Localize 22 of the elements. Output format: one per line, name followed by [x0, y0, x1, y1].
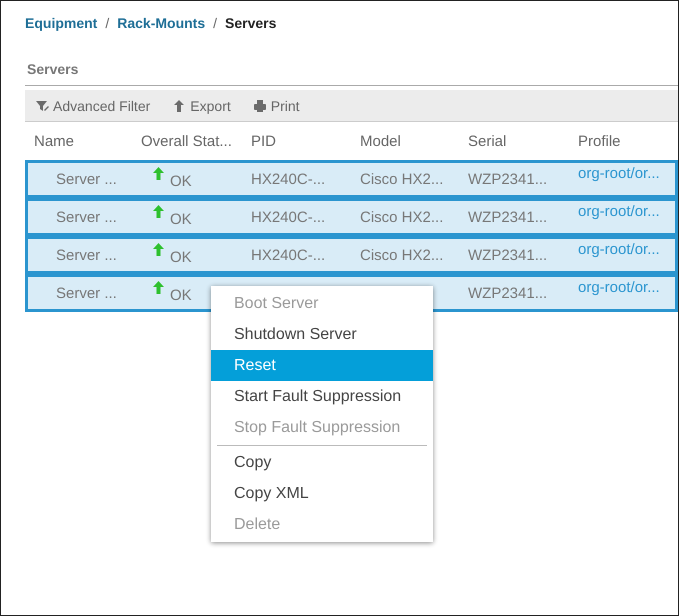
table-cell-text: OK — [170, 248, 192, 266]
table-cell-text: HX240C-... — [250, 246, 326, 264]
table-cell-text: Cisco HX2... — [359, 246, 444, 264]
table-cell-text: OK — [170, 286, 192, 304]
table-cell-text: OK — [170, 210, 192, 228]
panel-title: Servers — [27, 61, 80, 79]
table-cell-text: Cisco HX2... — [359, 208, 444, 226]
table-cell-text: Cisco HX2... — [359, 170, 444, 188]
table-cell-text: Server ... — [55, 170, 118, 188]
breadcrumb-current: Servers — [225, 15, 276, 33]
table-cell-text: Server ... — [55, 284, 118, 302]
table-cell-text: WZP2341... — [467, 208, 548, 226]
table-cell-text: OK — [170, 172, 192, 190]
breadcrumb-separator: / — [213, 15, 218, 33]
table-cell-text: HX240C-... — [250, 170, 326, 188]
breadcrumb-separator: / — [105, 15, 110, 33]
table-cell-text: WZP2341... — [467, 284, 548, 302]
table-cell-text: HX240C-... — [250, 208, 326, 226]
table-cell-text: WZP2341... — [467, 246, 548, 264]
table-cell-text: WZP2341... — [467, 170, 548, 188]
table-cell-text: Server ... — [55, 246, 118, 264]
table-cell-text: Server ... — [55, 208, 118, 226]
